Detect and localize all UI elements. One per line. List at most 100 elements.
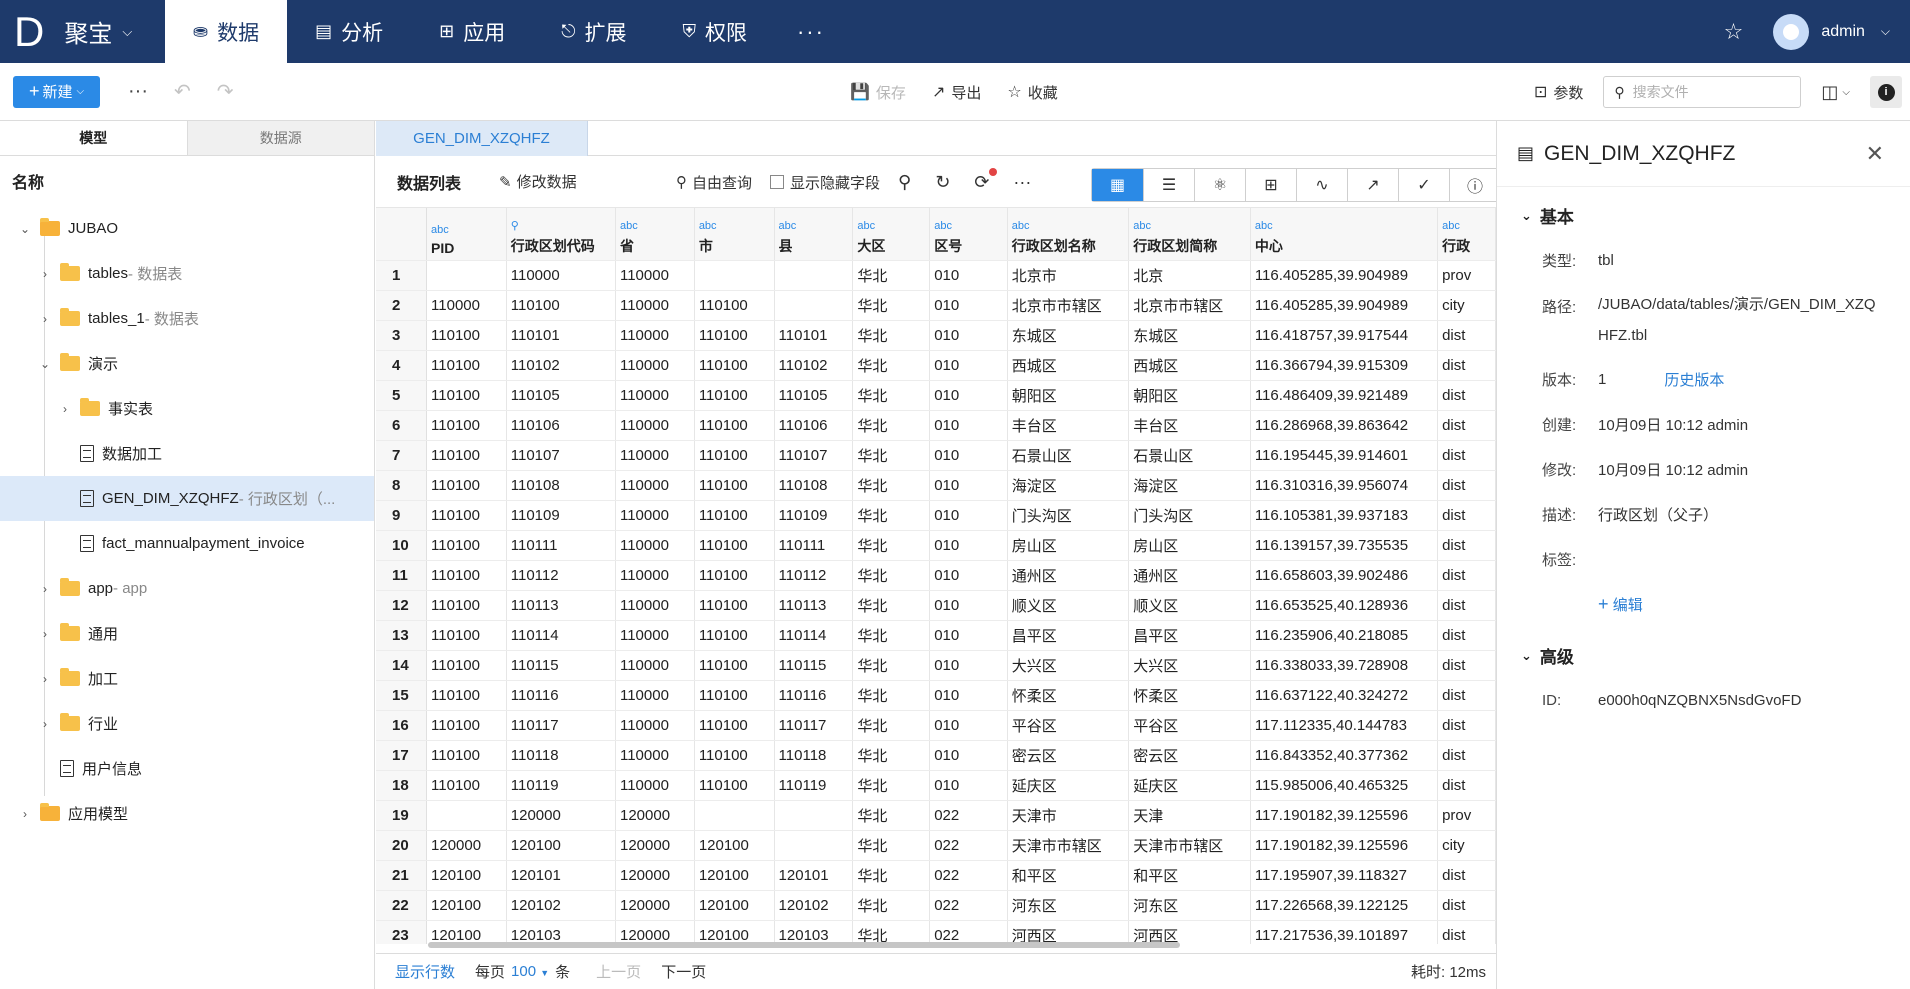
table-cell[interactable]: 010 [929, 380, 1008, 411]
table-cell[interactable]: dist [1437, 530, 1496, 561]
table-cell[interactable]: 010 [929, 680, 1008, 711]
table-cell[interactable]: 116.286968,39.863642 [1250, 410, 1439, 441]
undo-icon[interactable]: ↶ [174, 79, 191, 104]
table-cell[interactable]: 110000 [426, 290, 507, 321]
column-header[interactable]: abc 行政 [1437, 208, 1496, 261]
table-cell[interactable]: 河西区 [1007, 920, 1130, 944]
table-cell[interactable]: 华北 [852, 830, 931, 861]
table-cell[interactable]: 110100 [694, 350, 775, 381]
table-cell[interactable]: 房山区 [1007, 530, 1130, 561]
table-cell[interactable]: 东城区 [1128, 320, 1251, 351]
table-cell[interactable]: dist [1437, 590, 1496, 621]
chevron-down-icon[interactable]: ⌵ [1881, 24, 1890, 39]
table-cell[interactable]: 110109 [506, 500, 616, 531]
show-rows-link[interactable]: 显示行数 [395, 961, 455, 982]
table-cell[interactable]: 华北 [852, 740, 931, 771]
table-cell[interactable]: 022 [929, 920, 1008, 944]
column-header[interactable]: abc 中心 [1250, 208, 1439, 261]
info-button[interactable]: i [1870, 76, 1902, 108]
save-button[interactable]: 💾 保存 [850, 82, 906, 103]
table-cell[interactable]: 昌平区 [1007, 620, 1130, 651]
table-row[interactable]: 15 110100 110116 110000 110100 110116 华北 010 怀柔区… [376, 680, 1496, 711]
table-cell[interactable] [694, 260, 775, 291]
prev-page-button[interactable]: 上一页 [596, 961, 641, 982]
table-row[interactable]: 21 120100 120101 120000 120100 120101 华北 022 和平区… [376, 860, 1496, 891]
table-cell[interactable]: dist [1437, 860, 1496, 891]
table-cell[interactable]: 010 [929, 350, 1008, 381]
table-cell[interactable] [774, 800, 854, 831]
table-cell[interactable]: 110000 [615, 560, 695, 591]
table-cell[interactable]: 110100 [426, 350, 507, 381]
table-cell[interactable]: 延庆区 [1007, 770, 1130, 801]
export-button[interactable]: ↗ 导出 [932, 82, 981, 103]
table-cell[interactable]: 华北 [852, 920, 931, 944]
page-size-select[interactable]: 100 ▼ [511, 963, 549, 980]
table-row[interactable]: 10 110100 110111 110000 110100 110111 华北 010 房山区… [376, 530, 1496, 561]
table-cell[interactable]: 120101 [774, 860, 854, 891]
table-cell[interactable]: dist [1437, 380, 1496, 411]
table-cell[interactable]: 大兴区 [1128, 650, 1251, 681]
table-cell[interactable]: dist [1437, 650, 1496, 681]
table-cell[interactable]: 110100 [694, 380, 775, 411]
table-cell[interactable]: 东城区 [1007, 320, 1130, 351]
column-header[interactable]: abc 省 [615, 208, 695, 261]
table-cell[interactable]: 110000 [615, 710, 695, 741]
table-cell[interactable]: 110000 [615, 590, 695, 621]
table-cell[interactable]: 110100 [694, 530, 775, 561]
close-icon[interactable]: ✕ [1866, 141, 1884, 167]
redo-icon[interactable]: ↷ [217, 79, 234, 104]
chevron-right-icon[interactable]: › [36, 312, 54, 326]
column-header[interactable]: abc 县 [774, 208, 854, 261]
table-row[interactable]: 8 110100 110108 110000 110100 110108 华北 010 海淀区海… [376, 470, 1496, 501]
column-header[interactable]: abc PID [426, 208, 507, 261]
table-cell[interactable]: 116.486409,39.921489 [1250, 380, 1439, 411]
table-cell[interactable]: 110000 [615, 290, 695, 321]
table-cell[interactable]: 116.105381,39.937183 [1250, 500, 1439, 531]
table-cell[interactable]: 房山区 [1128, 530, 1251, 561]
chevron-right-icon[interactable]: › [36, 627, 54, 641]
table-row[interactable]: 14 110100 110115 110000 110100 110115 华北 010 大兴区… [376, 650, 1496, 681]
table-cell[interactable]: 116.658603,39.902486 [1250, 560, 1439, 591]
table-cell[interactable]: 120000 [615, 800, 695, 831]
table-cell[interactable]: 110000 [615, 530, 695, 561]
table-cell[interactable]: 010 [929, 590, 1008, 621]
table-cell[interactable]: 石景山区 [1007, 440, 1130, 471]
section-advanced[interactable]: ⌄ 高级 [1497, 633, 1910, 678]
tree-item-data-processing[interactable]: 数据加工 [0, 431, 374, 476]
search-input[interactable] [1632, 84, 1783, 100]
table-cell[interactable]: 110000 [615, 350, 695, 381]
table-cell[interactable]: 石景山区 [1128, 440, 1251, 471]
table-cell[interactable]: 110000 [615, 500, 695, 531]
list-view-icon[interactable]: ☰ [1143, 169, 1194, 201]
table-row[interactable]: 13 110100 110114 110000 110100 110114 华北 010 昌平区… [376, 620, 1496, 651]
table-cell[interactable]: 010 [929, 320, 1008, 351]
column-header[interactable]: abc 区号 [929, 208, 1008, 261]
table-cell[interactable]: 110100 [694, 680, 775, 711]
table-cell[interactable]: 河东区 [1007, 890, 1130, 921]
table-cell[interactable]: 010 [929, 710, 1008, 741]
table-cell[interactable]: 110100 [694, 710, 775, 741]
table-cell[interactable]: 120100 [694, 830, 775, 861]
table-cell[interactable]: 怀柔区 [1128, 680, 1251, 711]
table-cell[interactable]: 010 [929, 770, 1008, 801]
table-cell[interactable]: 110100 [426, 740, 507, 771]
table-cell[interactable]: 华北 [852, 260, 931, 291]
table-cell[interactable]: 110000 [615, 380, 695, 411]
table-cell[interactable]: 110100 [694, 590, 775, 621]
table-cell[interactable]: 110100 [694, 320, 775, 351]
nav-tab-apps[interactable]: ⊞ 应用 [411, 0, 533, 63]
table-cell[interactable]: 110000 [615, 650, 695, 681]
table-cell[interactable]: 010 [929, 530, 1008, 561]
table-cell[interactable]: 110000 [615, 410, 695, 441]
table-cell[interactable]: 平谷区 [1128, 710, 1251, 741]
table-cell[interactable]: 110101 [774, 320, 854, 351]
tree-item-user-info[interactable]: 用户信息 [0, 746, 374, 791]
table-cell[interactable]: 110102 [774, 350, 854, 381]
table-cell[interactable]: 120000 [426, 830, 507, 861]
table-cell[interactable]: 天津 [1128, 800, 1251, 831]
table-cell[interactable]: city [1437, 290, 1496, 321]
relation-icon[interactable]: ⊞ [1245, 169, 1296, 201]
table-cell[interactable]: 110000 [615, 620, 695, 651]
table-cell[interactable]: 116.653525,40.128936 [1250, 590, 1439, 621]
column-header[interactable]: ⚲ 行政区划代码 [506, 208, 616, 261]
